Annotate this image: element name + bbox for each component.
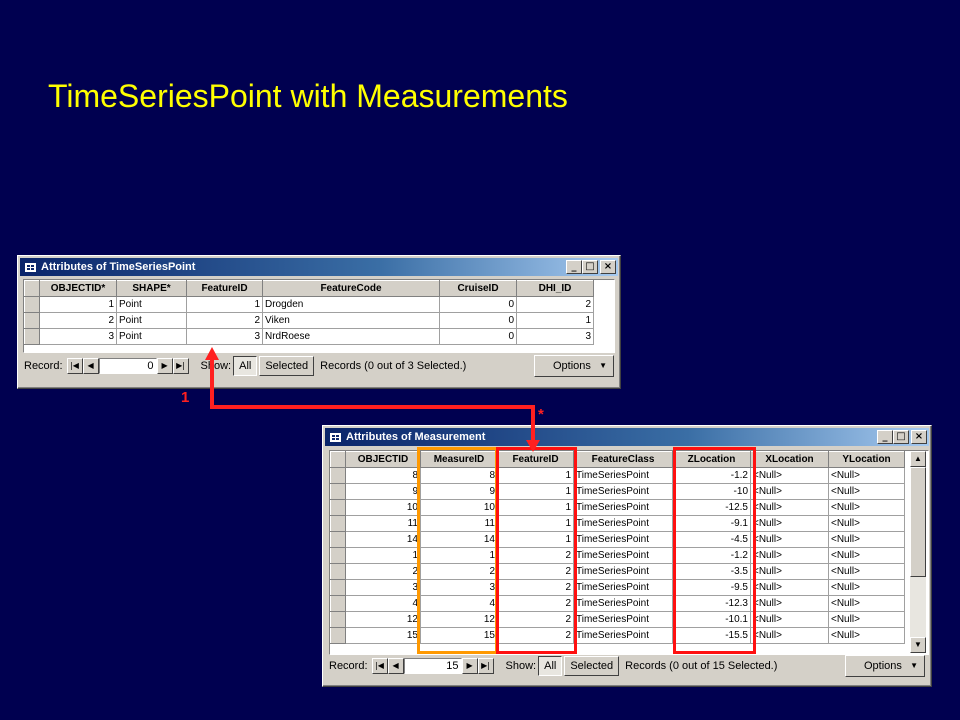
one-cardinality-label: 1 bbox=[181, 389, 190, 406]
relationship-arrow bbox=[205, 347, 540, 452]
many-cardinality-label: * bbox=[538, 406, 544, 423]
